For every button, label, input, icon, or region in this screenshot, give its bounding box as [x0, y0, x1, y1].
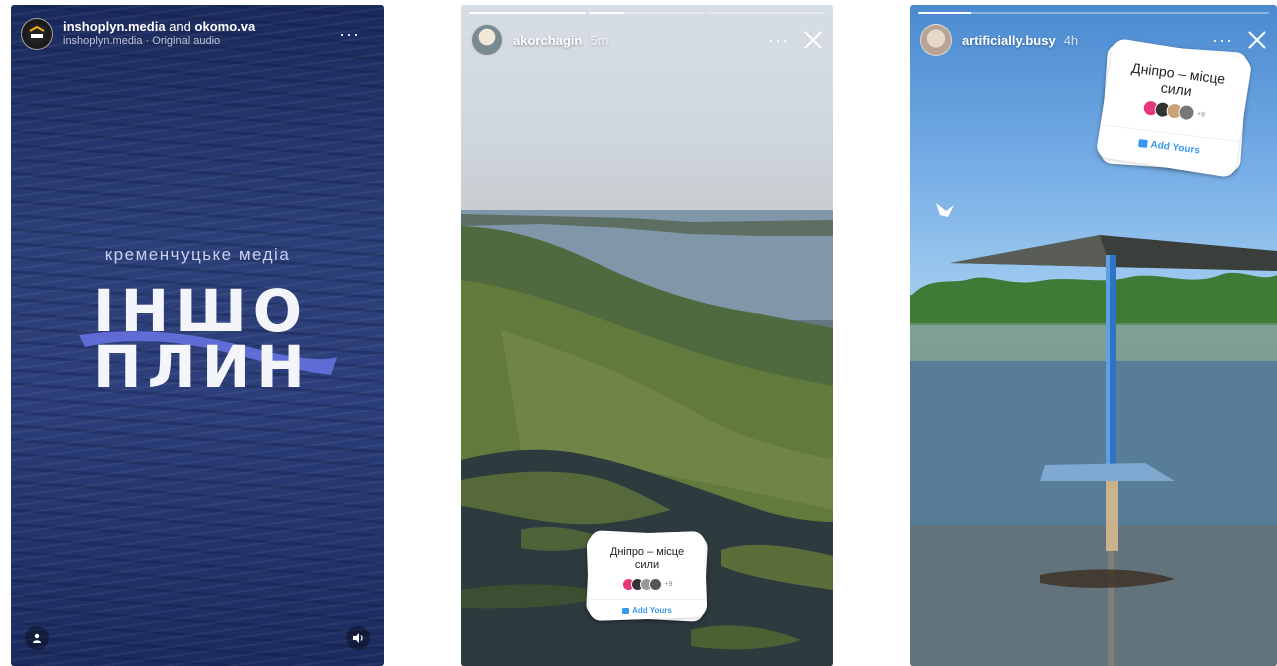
post-time: 4h	[1063, 32, 1079, 48]
sticker-prompt: Дніпро – місце сили	[609, 546, 685, 571]
connector-text: and	[169, 19, 191, 34]
close-icon[interactable]	[803, 30, 823, 50]
progress-segment	[469, 12, 586, 14]
close-icon[interactable]	[1247, 30, 1267, 50]
add-yours-button[interactable]: Add Yours	[588, 599, 706, 615]
story-progress-bar	[469, 12, 826, 14]
camera-icon	[1138, 138, 1149, 149]
story-card-artificially-busy[interactable]: artificially.busy 4h ··· Дніпро – місце …	[910, 5, 1277, 666]
story-card-inshoplyn[interactable]: inshoplyn.media and okomo.va inshoplyn.m…	[11, 5, 384, 666]
story-header: akorchagin 5m ···	[471, 22, 823, 58]
more-icon[interactable]: ···	[768, 30, 789, 51]
story-header: inshoplyn.media and okomo.va inshoplyn.m…	[21, 14, 374, 54]
speaker-icon[interactable]	[346, 626, 370, 650]
username[interactable]: artificially.busy	[962, 33, 1056, 48]
add-yours-sticker[interactable]: Дніпро – місце сили +9 Add Yours	[1095, 37, 1253, 179]
brand-logo: ІНШО ПЛИН	[71, 277, 337, 407]
person-icon[interactable]	[25, 626, 49, 650]
account-name[interactable]: inshoplyn.media	[63, 19, 166, 34]
username[interactable]: akorchagin	[513, 33, 582, 48]
progress-segment	[708, 12, 826, 14]
audio-label[interactable]: inshoplyn.media · Original audio	[63, 34, 255, 49]
avatar[interactable]	[21, 18, 53, 50]
story-progress-bar	[918, 12, 1269, 14]
extra-count: +9	[664, 581, 673, 588]
extra-count: +9	[1196, 110, 1206, 119]
avatar[interactable]	[471, 24, 503, 56]
participant-avatars: +9	[588, 578, 706, 591]
post-time: 5m	[590, 32, 609, 48]
add-yours-sticker[interactable]: Дніпро – місце сили +9 Add Yours	[585, 529, 709, 623]
tagline-text: кременчуцьке медіа	[104, 245, 291, 264]
story-card-akorchagin[interactable]: akorchagin 5m ··· Дніпро – місце сили +9…	[461, 5, 833, 666]
camera-icon	[622, 608, 630, 614]
progress-segment	[588, 12, 706, 14]
logo-word-line2: ПЛИН	[93, 333, 311, 401]
collab-account-name[interactable]: okomo.va	[195, 19, 256, 34]
brand-logo-icon	[27, 24, 47, 44]
more-icon[interactable]: ···	[1212, 30, 1233, 51]
progress-segment	[918, 12, 1269, 14]
more-icon[interactable]: ···	[339, 24, 360, 45]
logo-word-line1: ІНШО	[93, 277, 309, 345]
avatar[interactable]	[920, 24, 952, 56]
